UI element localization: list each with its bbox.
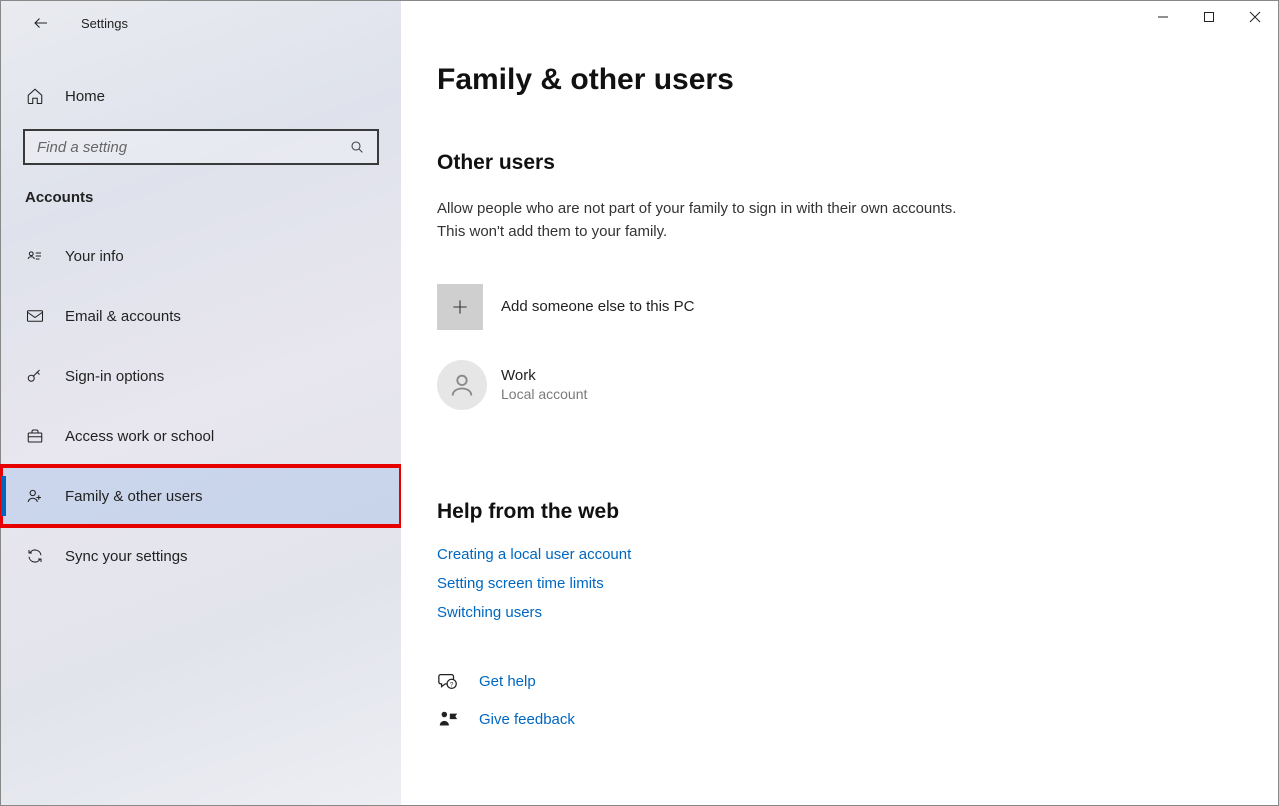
sync-icon [25,547,45,565]
user-subtitle: Local account [501,386,587,402]
get-help-label: Get help [479,673,536,690]
give-feedback-link[interactable]: Give feedback [437,709,1242,731]
user-avatar-icon [437,360,487,410]
user-entry[interactable]: Work Local account [437,360,1242,410]
get-help-link[interactable]: ? Get help [437,671,1242,693]
plus-icon [437,284,483,330]
svg-text:?: ? [450,681,454,688]
help-link-create-local-account[interactable]: Creating a local user account [437,546,1242,563]
give-feedback-label: Give feedback [479,711,575,728]
sidebar-item-label: Access work or school [65,428,214,445]
sidebar-item-sign-in-options[interactable]: Sign-in options [1,346,401,406]
minimize-button[interactable] [1140,1,1186,33]
sidebar-item-label: Email & accounts [65,308,181,325]
add-user-label: Add someone else to this PC [501,298,694,315]
search-input[interactable] [37,139,349,156]
window-title: Settings [81,16,128,31]
home-icon [25,87,45,105]
sidebar-item-access-work-school[interactable]: Access work or school [1,406,401,466]
search-box[interactable] [23,129,379,165]
home-label: Home [65,88,105,105]
back-button[interactable] [25,7,57,39]
sidebar-item-label: Sync your settings [65,548,188,565]
help-link-screen-time[interactable]: Setting screen time limits [437,575,1242,592]
maximize-button[interactable] [1186,1,1232,33]
sidebar-item-label: Family & other users [65,488,203,505]
sidebar-item-label: Your info [65,248,124,265]
user-card-icon [25,247,45,265]
mail-icon [25,307,45,325]
help-link-switching-users[interactable]: Switching users [437,604,1242,621]
help-chat-icon: ? [437,671,465,693]
home-nav[interactable]: Home [1,77,401,115]
other-users-heading: Other users [437,151,1242,175]
sidebar-item-your-info[interactable]: Your info [1,226,401,286]
sidebar-item-family-other-users[interactable]: Family & other users [1,466,401,526]
sidebar-item-label: Sign-in options [65,368,164,385]
sidebar-item-email-accounts[interactable]: Email & accounts [1,286,401,346]
sidebar-section-heading: Accounts [1,165,401,226]
user-name: Work [501,367,587,384]
search-icon [349,139,365,155]
other-users-description: Allow people who are not part of your fa… [437,197,977,244]
key-icon [25,367,45,385]
add-user-button[interactable]: Add someone else to this PC [437,284,1242,330]
help-heading: Help from the web [437,500,1242,524]
sidebar-item-sync-settings[interactable]: Sync your settings [1,526,401,586]
close-button[interactable] [1232,1,1278,33]
page-title: Family & other users [437,63,1242,97]
briefcase-icon [25,427,45,445]
feedback-icon [437,709,465,731]
family-icon [25,487,45,505]
